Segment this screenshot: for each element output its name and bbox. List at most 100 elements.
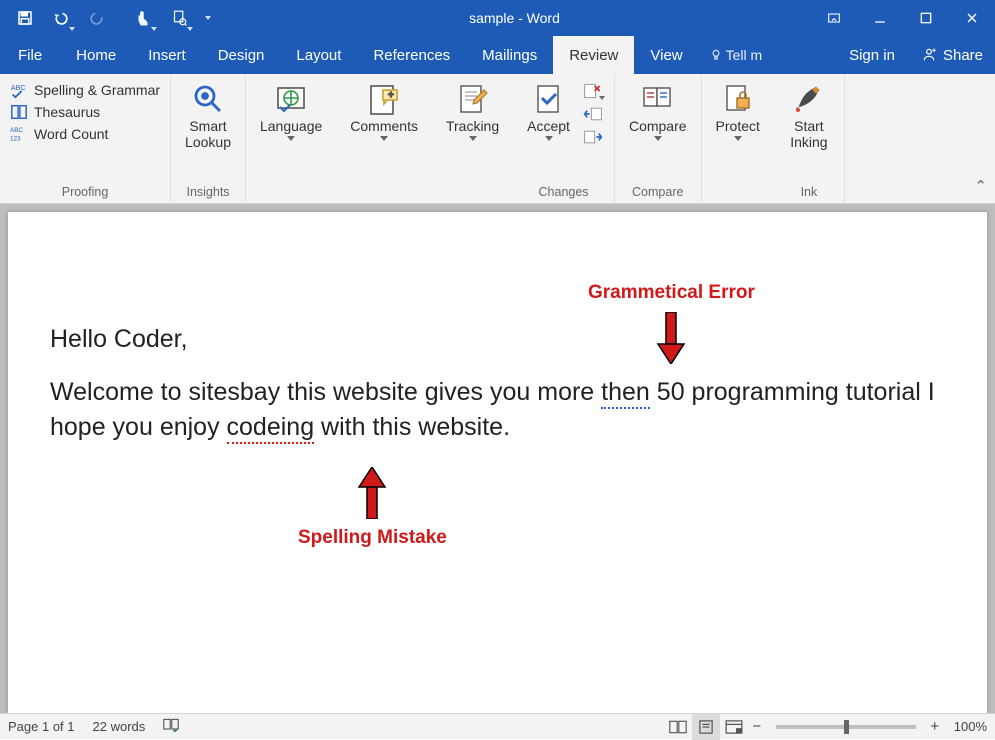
- tell-me-search[interactable]: Tell m: [699, 36, 773, 74]
- ribbon: ABC Spelling & Grammar Thesaurus ABC123 …: [0, 74, 995, 204]
- group-label-changes: Changes: [519, 183, 608, 203]
- tab-file[interactable]: File: [0, 36, 60, 74]
- accept-icon: [532, 82, 566, 116]
- thesaurus-icon: [10, 103, 28, 121]
- undo-button[interactable]: [44, 0, 78, 36]
- status-page[interactable]: Page 1 of 1: [8, 719, 75, 734]
- group-label-ink: Ink: [780, 183, 838, 203]
- title-bar: sample - Word: [0, 0, 995, 36]
- comments-button[interactable]: + Comments: [342, 78, 426, 183]
- zoom-slider[interactable]: [776, 725, 916, 729]
- arrow-down-icon: [656, 312, 686, 364]
- callout-grammar: Grammetical Error: [588, 282, 755, 364]
- group-label-insights: Insights: [177, 183, 239, 203]
- comments-icon: +: [367, 82, 401, 116]
- smart-lookup-button[interactable]: Smart Lookup: [177, 78, 239, 183]
- callout-grammar-label: Grammetical Error: [588, 282, 755, 304]
- group-tracking: Tracking: [432, 74, 513, 203]
- tab-design[interactable]: Design: [202, 36, 281, 74]
- tab-mailings[interactable]: Mailings: [466, 36, 553, 74]
- tab-insert[interactable]: Insert: [132, 36, 202, 74]
- accept-button[interactable]: Accept: [519, 78, 578, 183]
- tab-review[interactable]: Review: [553, 36, 634, 74]
- print-preview-button[interactable]: [162, 0, 196, 36]
- greeting-line: Hello Coder,: [50, 322, 945, 357]
- thesaurus-label: Thesaurus: [34, 104, 100, 120]
- start-inking-button[interactable]: Start Inking: [780, 78, 838, 183]
- group-label-tracking: [438, 183, 507, 203]
- group-label-compare: Compare: [621, 183, 695, 203]
- zoom-value[interactable]: 100%: [954, 719, 987, 734]
- word-count-label: Word Count: [34, 126, 108, 142]
- maximize-button[interactable]: [903, 0, 949, 36]
- web-layout-button[interactable]: [720, 714, 748, 740]
- group-protect: Protect: [702, 74, 774, 203]
- window-title: sample - Word: [218, 10, 811, 26]
- touch-mode-button[interactable]: [126, 0, 160, 36]
- comments-label: Comments: [350, 118, 418, 134]
- tell-me-label: Tell m: [726, 47, 763, 63]
- document-area: Hello Coder, Welcome to sitesbay this we…: [0, 204, 995, 713]
- status-words[interactable]: 22 words: [93, 719, 146, 734]
- language-icon: [274, 82, 308, 116]
- body-1a: Welcome to sitesbay this website gives y…: [50, 378, 601, 406]
- share-label: Share: [943, 47, 983, 64]
- sign-in-button[interactable]: Sign in: [835, 36, 909, 74]
- group-compare: Compare Compare: [615, 74, 702, 203]
- protect-label: Protect: [716, 118, 760, 134]
- print-layout-button[interactable]: [692, 714, 720, 740]
- thesaurus-button[interactable]: Thesaurus: [6, 102, 164, 122]
- document-page[interactable]: Hello Coder, Welcome to sitesbay this we…: [8, 212, 987, 713]
- customize-qat-button[interactable]: [198, 0, 218, 36]
- menu-bar: File Home Insert Design Layout Reference…: [0, 36, 995, 74]
- tracking-label: Tracking: [446, 118, 499, 134]
- word-count-button[interactable]: ABC123 Word Count: [6, 124, 164, 144]
- body-1c: with this website.: [314, 413, 510, 441]
- grammar-error-word[interactable]: then: [601, 378, 650, 409]
- compare-button[interactable]: Compare: [621, 78, 695, 183]
- status-proofing-icon[interactable]: [163, 718, 179, 735]
- collapse-ribbon-button[interactable]: ⌃: [974, 177, 987, 195]
- share-button[interactable]: Share: [909, 36, 995, 74]
- document-text: Hello Coder, Welcome to sitesbay this we…: [50, 322, 945, 445]
- spelling-icon: ABC: [10, 81, 28, 99]
- protect-button[interactable]: Protect: [708, 78, 768, 183]
- group-proofing: ABC Spelling & Grammar Thesaurus ABC123 …: [0, 74, 171, 203]
- accept-label: Accept: [527, 118, 570, 134]
- spelling-grammar-button[interactable]: ABC Spelling & Grammar: [6, 80, 164, 100]
- previous-change-button[interactable]: [580, 103, 606, 125]
- callout-spelling-label: Spelling Mistake: [298, 527, 447, 549]
- status-bar: Page 1 of 1 22 words − + 100%: [0, 713, 995, 739]
- tab-layout[interactable]: Layout: [280, 36, 357, 74]
- zoom-out-button[interactable]: −: [748, 718, 766, 735]
- tab-references[interactable]: References: [357, 36, 466, 74]
- next-change-button[interactable]: [580, 126, 606, 148]
- svg-text:123: 123: [10, 135, 21, 142]
- svg-text:ABC: ABC: [11, 83, 26, 92]
- quick-access-toolbar: [0, 0, 218, 36]
- minimize-button[interactable]: [857, 0, 903, 36]
- redo-button[interactable]: [80, 0, 114, 36]
- smart-lookup-label: Smart Lookup: [185, 118, 231, 150]
- close-button[interactable]: [949, 0, 995, 36]
- tab-view[interactable]: View: [634, 36, 698, 74]
- group-ink: Start Inking Ink: [774, 74, 845, 203]
- save-button[interactable]: [8, 0, 42, 36]
- read-mode-button[interactable]: [664, 714, 692, 740]
- svg-text:ABC: ABC: [10, 127, 23, 134]
- compare-label: Compare: [629, 118, 687, 134]
- tracking-icon: [456, 82, 490, 116]
- group-label-proofing: Proofing: [6, 183, 164, 203]
- tab-home[interactable]: Home: [60, 36, 132, 74]
- body-paragraph: Welcome to sitesbay this website gives y…: [50, 375, 945, 445]
- reject-button[interactable]: [580, 80, 606, 102]
- callout-spelling: Spelling Mistake: [298, 467, 447, 549]
- protect-icon: [721, 82, 755, 116]
- inking-icon: [792, 82, 826, 116]
- zoom-in-button[interactable]: +: [926, 718, 944, 735]
- tracking-button[interactable]: Tracking: [438, 78, 507, 183]
- spelling-error-word[interactable]: codeing: [227, 413, 315, 444]
- ribbon-display-button[interactable]: [811, 0, 857, 36]
- compare-icon: [641, 82, 675, 116]
- language-button[interactable]: Language: [252, 78, 330, 183]
